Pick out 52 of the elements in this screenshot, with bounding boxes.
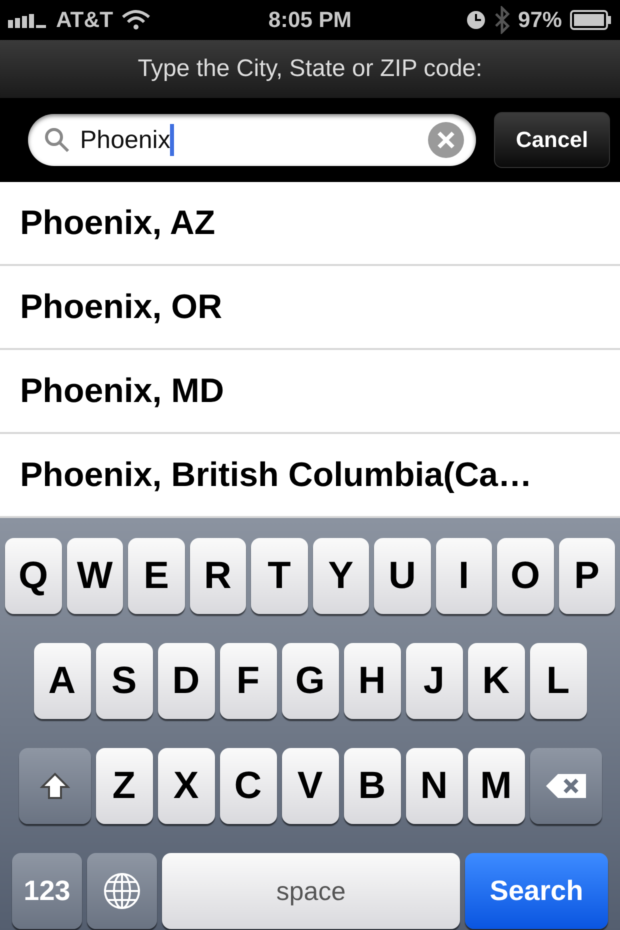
cancel-button[interactable]: Cancel — [494, 112, 610, 168]
search-prompt: Type the City, State or ZIP code: — [138, 55, 482, 83]
globe-icon — [102, 871, 142, 911]
letter-key[interactable]: M — [468, 748, 524, 824]
result-item[interactable]: Phoenix, OR — [0, 266, 620, 350]
result-item[interactable]: Phoenix, MD — [0, 350, 620, 434]
letter-key[interactable]: T — [251, 538, 308, 614]
letter-key[interactable]: K — [468, 643, 524, 719]
letter-key[interactable]: C — [220, 748, 276, 824]
letter-key[interactable]: D — [158, 643, 214, 719]
letter-key[interactable]: F — [220, 643, 276, 719]
carrier-name: AT&T — [56, 7, 114, 33]
bluetooth-icon — [494, 6, 510, 34]
letter-key[interactable]: R — [190, 538, 246, 614]
letter-key[interactable]: J — [406, 643, 462, 719]
letter-key[interactable]: N — [406, 748, 462, 824]
signal-icon — [8, 12, 48, 28]
letter-key[interactable]: Y — [312, 538, 369, 614]
letter-key[interactable]: G — [282, 643, 338, 719]
letter-key[interactable]: O — [497, 538, 554, 614]
letter-key[interactable]: E — [128, 538, 184, 614]
letter-key[interactable]: P — [558, 538, 615, 614]
letter-key[interactable]: L — [530, 643, 586, 719]
clock-icon — [466, 10, 486, 30]
letter-key[interactable]: X — [158, 748, 214, 824]
globe-key[interactable] — [87, 853, 157, 929]
letter-key[interactable]: U — [374, 538, 430, 614]
clear-icon[interactable] — [428, 122, 464, 158]
battery-percent: 97% — [518, 7, 562, 33]
backspace-icon — [544, 771, 588, 801]
letter-key[interactable]: V — [282, 748, 338, 824]
status-time: 8:05 PM — [268, 7, 352, 33]
delete-key[interactable] — [530, 748, 602, 824]
letter-key[interactable]: A — [34, 643, 90, 719]
search-key[interactable]: Search — [465, 853, 608, 929]
shift-icon — [40, 771, 70, 801]
numbers-key[interactable]: 123 — [12, 853, 82, 929]
battery-icon — [570, 10, 612, 30]
wifi-icon — [121, 9, 152, 31]
space-key[interactable]: space — [162, 853, 460, 929]
letter-key[interactable]: W — [66, 538, 123, 614]
search-icon — [44, 127, 70, 153]
letter-key[interactable]: I — [436, 538, 492, 614]
letter-key[interactable]: S — [96, 643, 152, 719]
letter-key[interactable]: H — [344, 643, 400, 719]
result-item[interactable]: Phoenix, AZ — [0, 182, 620, 266]
text-cursor — [170, 124, 174, 156]
shift-key[interactable] — [18, 748, 90, 824]
search-field[interactable]: Phoenix — [28, 114, 476, 166]
letter-key[interactable]: Z — [96, 748, 152, 824]
letter-key[interactable]: B — [344, 748, 400, 824]
letter-key[interactable]: Q — [5, 538, 62, 614]
